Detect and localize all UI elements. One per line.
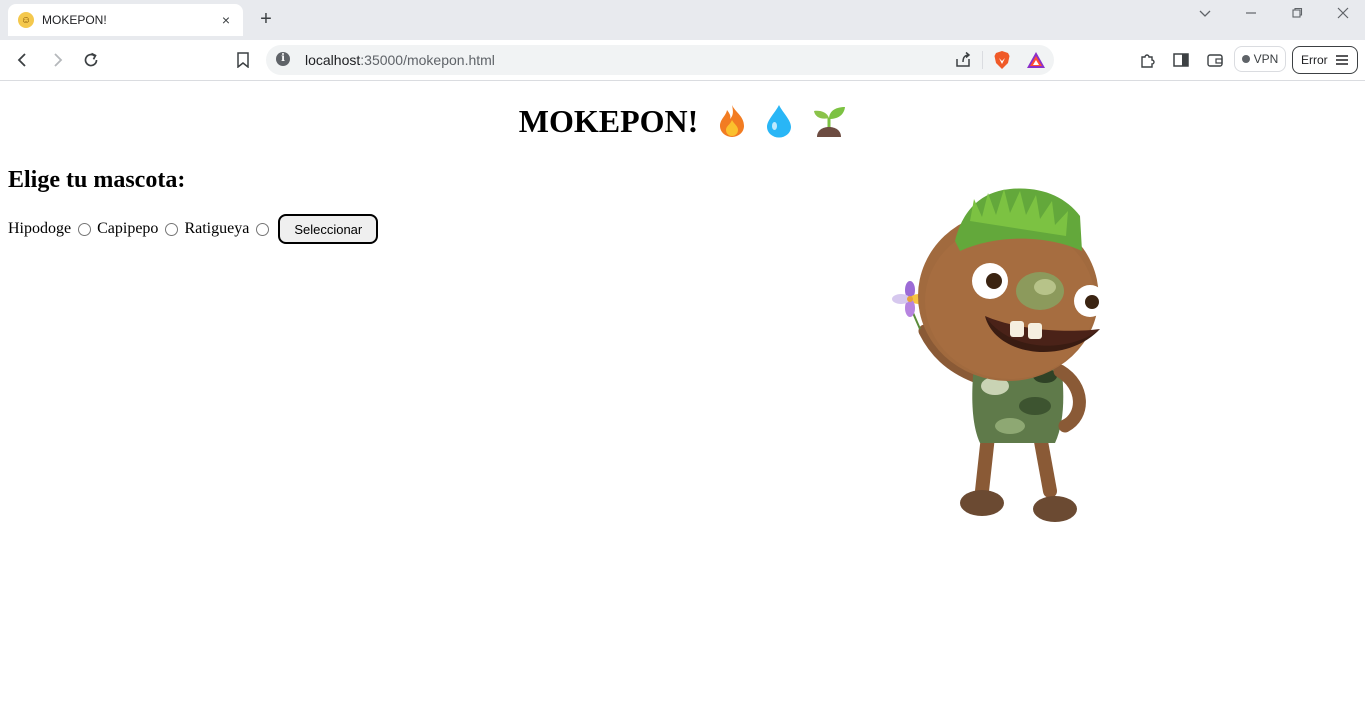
- site-info-icon[interactable]: i: [276, 52, 290, 66]
- bookmark-icon[interactable]: [232, 49, 254, 71]
- vpn-label: VPN: [1253, 52, 1279, 66]
- minimize-icon[interactable]: [1241, 6, 1261, 24]
- choose-pet-heading: Elige tu mascota:: [8, 167, 186, 193]
- page-title-text: MOKEPON!: [518, 103, 699, 139]
- error-label: Error: [1301, 53, 1328, 67]
- hamburger-menu-icon: [1336, 55, 1348, 65]
- browser-chrome: ☺ MOKEPON! × + i localhost:35000/mokepon…: [0, 0, 1365, 81]
- extensions-icon[interactable]: [1137, 49, 1159, 71]
- restore-icon[interactable]: [1287, 6, 1307, 24]
- tab-search-icon[interactable]: [1195, 6, 1215, 24]
- new-tab-button[interactable]: +: [256, 8, 276, 30]
- tab-favicon-icon: ☺: [18, 12, 34, 28]
- reload-icon[interactable]: [80, 49, 102, 71]
- pet-label-capipepo[interactable]: Capipepo: [97, 220, 158, 238]
- sidebar-icon[interactable]: [1170, 49, 1192, 71]
- error-menu-button[interactable]: Error: [1292, 46, 1358, 74]
- address-bar[interactable]: i localhost:35000/mokepon.html: [266, 45, 1054, 75]
- droplet-icon: [766, 104, 792, 146]
- pet-selector: Hipodoge Capipepo Ratigueya Seleccionar: [8, 214, 379, 244]
- back-arrow-icon[interactable]: [12, 49, 34, 71]
- brave-shields-icon[interactable]: [991, 49, 1013, 71]
- forward-arrow-icon[interactable]: [46, 49, 68, 71]
- tab-close-icon[interactable]: ×: [217, 12, 235, 28]
- omnibox-divider: [982, 51, 983, 69]
- fire-icon: [718, 104, 746, 146]
- select-pet-button[interactable]: Seleccionar: [278, 214, 379, 244]
- pet-radio-hipodoge[interactable]: [78, 222, 92, 236]
- wallet-icon[interactable]: [1204, 49, 1226, 71]
- mascot-image: [892, 188, 1106, 522]
- address-url[interactable]: localhost:35000/mokepon.html: [305, 52, 495, 68]
- vpn-status-icon: [1241, 55, 1250, 63]
- page-content: MOKEPON! Elige tu mascota: Hipodoge Capi…: [0, 81, 1365, 712]
- pet-label-hipodoge[interactable]: Hipodoge: [8, 220, 71, 238]
- seedling-icon: [812, 104, 846, 146]
- pet-radio-capipepo[interactable]: [165, 222, 179, 236]
- pet-label-ratigueya[interactable]: Ratigueya: [184, 220, 249, 238]
- tab-title: MOKEPON!: [42, 13, 107, 27]
- browser-toolbar: i localhost:35000/mokepon.html VPN Error: [0, 40, 1365, 81]
- share-icon[interactable]: [952, 49, 974, 71]
- brave-rewards-icon[interactable]: [1025, 49, 1047, 71]
- page-title: MOKEPON!: [0, 103, 1365, 146]
- close-window-icon[interactable]: [1333, 6, 1353, 24]
- browser-tab[interactable]: ☺ MOKEPON! ×: [8, 4, 243, 36]
- pet-radio-ratigueya[interactable]: [256, 222, 270, 236]
- vpn-button[interactable]: VPN: [1234, 46, 1286, 72]
- tab-strip: ☺ MOKEPON! × +: [0, 0, 1365, 40]
